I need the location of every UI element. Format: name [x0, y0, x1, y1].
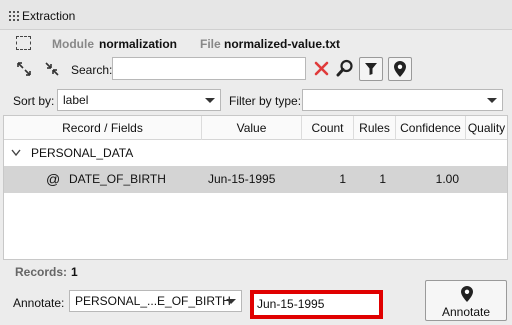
filter-type-label: Filter by type:	[229, 94, 302, 108]
field-confidence: 1.00	[435, 172, 459, 186]
at-sign-icon: @	[46, 171, 61, 187]
annotate-field-select[interactable]: PERSONAL_...E_OF_BIRTH	[69, 290, 242, 312]
location-button[interactable]	[388, 57, 412, 81]
sort-select[interactable]: label	[57, 89, 221, 111]
records-label: Records:	[15, 265, 68, 279]
group-label: PERSONAL_DATA	[31, 146, 134, 160]
search-input[interactable]	[112, 57, 306, 80]
records-table[interactable]: Record / Fields Value Count Rules Confid…	[3, 115, 508, 260]
filter-type-select[interactable]	[302, 89, 503, 111]
chevron-down-icon	[487, 98, 497, 103]
tree-group-row[interactable]: PERSONAL_DATA	[4, 140, 507, 166]
field-name: DATE_OF_BIRTH	[69, 172, 166, 186]
annotate-label: Annotate:	[13, 296, 65, 310]
annotate-field-value: PERSONAL_...E_OF_BIRTH	[75, 294, 231, 308]
chevron-down-icon[interactable]	[11, 149, 21, 157]
annotate-button-label: Annotate	[441, 305, 491, 319]
filter-icon	[365, 63, 377, 75]
field-rules: 1	[379, 172, 386, 186]
annotate-value-text: Jun-15-1995	[257, 297, 325, 311]
drag-grip-icon[interactable]	[9, 11, 19, 21]
expand-icon[interactable]	[16, 61, 32, 77]
search-label: Search:	[71, 63, 113, 77]
panel-title: Extraction	[22, 9, 76, 23]
table-header: Record / Fields Value Count Rules Confid…	[4, 116, 507, 140]
panel-title-bar: Extraction	[0, 0, 512, 30]
selection-area-icon[interactable]	[16, 36, 31, 50]
records-count: 1	[71, 265, 78, 279]
module-value: normalization	[99, 37, 178, 51]
file-value: normalized-value.txt	[224, 37, 341, 51]
module-info-row: Module normalization File normalized-val…	[0, 30, 512, 56]
annotate-button[interactable]: Annotate	[425, 280, 507, 321]
field-value: Jun-15-1995	[208, 172, 276, 186]
map-pin-icon	[394, 61, 406, 77]
file-label: File	[200, 37, 221, 51]
column-header-count[interactable]: Count	[302, 116, 354, 140]
module-label: Module	[52, 37, 94, 51]
sort-select-value: label	[63, 93, 89, 107]
column-header-record[interactable]: Record / Fields	[4, 116, 202, 140]
column-header-confidence[interactable]: Confidence	[396, 116, 466, 140]
column-header-rules[interactable]: Rules	[354, 116, 396, 140]
field-quality	[466, 166, 506, 193]
column-header-quality[interactable]: Quality	[466, 116, 507, 140]
collapse-icon[interactable]	[44, 61, 60, 77]
chevron-down-icon	[205, 98, 215, 103]
column-header-value[interactable]: Value	[202, 116, 302, 140]
chevron-down-icon	[226, 299, 236, 304]
table-row[interactable]: @ DATE_OF_BIRTH Jun-15-1995 1 1 1.00	[4, 166, 507, 193]
filter-button[interactable]	[359, 57, 383, 81]
search-icon[interactable]	[336, 59, 354, 77]
field-count: 1	[339, 172, 346, 186]
clear-search-icon[interactable]	[314, 61, 329, 76]
map-pin-icon	[461, 286, 473, 302]
annotate-value-input[interactable]: Jun-15-1995	[250, 290, 383, 319]
sort-label: Sort by:	[13, 94, 55, 108]
